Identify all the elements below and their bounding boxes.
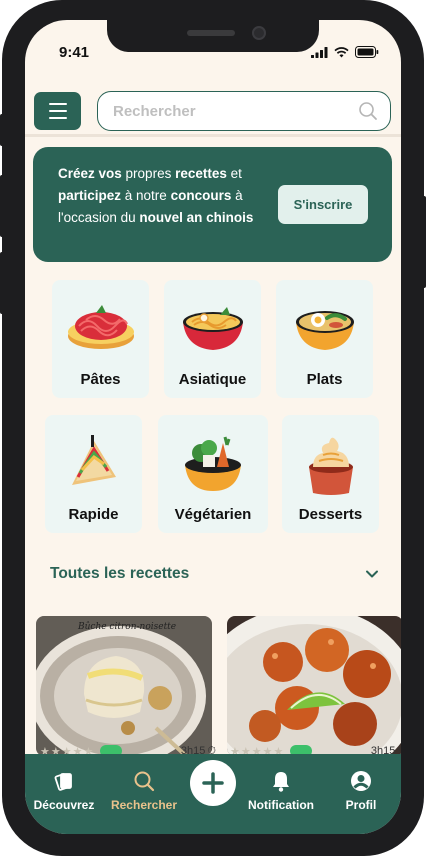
banner-text-bold: nouvel an chinois <box>139 210 254 225</box>
banner-text-regular: propres <box>121 166 176 181</box>
category-label: Asiatique <box>178 371 247 388</box>
all-recipes-header[interactable]: Toutes les recettes <box>50 565 380 585</box>
speaker <box>187 30 235 36</box>
banner-text-bold: participez <box>58 188 122 203</box>
vegetables-icon <box>185 436 241 491</box>
category-asiatique[interactable]: Asiatique <box>164 280 261 398</box>
tab-profil[interactable]: Profil <box>339 754 383 834</box>
header-divider <box>25 134 401 137</box>
app-screen: 9:41 Rechercher Créez vos propres recett… <box>25 20 401 834</box>
search-bar[interactable] <box>97 91 391 131</box>
phone-side-button <box>0 252 4 314</box>
profile-icon <box>351 771 371 791</box>
banner-text: Créez vos propres recettes et participez… <box>58 163 273 229</box>
front-camera <box>252 26 266 40</box>
category-label: Plats <box>306 371 343 388</box>
hamburger-icon <box>48 110 67 112</box>
section-title: Toutes les recettes <box>50 565 190 582</box>
search-input[interactable] <box>113 102 358 120</box>
status-time: 9:41 <box>59 44 90 61</box>
pasta-icon <box>67 305 134 349</box>
tab-label: Notification <box>248 798 314 812</box>
tab-decouvrez[interactable]: Découvrez <box>31 754 97 834</box>
battery-icon <box>355 46 379 58</box>
ice-cream-icon <box>308 437 353 495</box>
search-icon <box>134 771 155 792</box>
plus-icon <box>202 772 224 794</box>
top-bar <box>25 90 401 140</box>
menu-button[interactable] <box>34 92 81 130</box>
hamburger-icon <box>48 117 67 119</box>
phone-side-button <box>0 175 4 237</box>
banner-text-bold: concours <box>170 188 232 203</box>
recipe-card[interactable] <box>227 616 401 756</box>
wifi-icon <box>334 46 349 57</box>
recipe-photo-caption: Bûche citron-noisette <box>78 622 177 632</box>
tab-notification[interactable]: Notification <box>241 754 321 834</box>
banner-text-bold: recettes <box>175 166 227 181</box>
bell-icon <box>273 772 289 792</box>
category-rapide[interactable]: Rapide <box>45 415 142 533</box>
phone-side-button <box>0 114 4 146</box>
category-label: Rapide <box>68 506 119 523</box>
phone-side-button <box>422 196 426 288</box>
register-button[interactable]: S'inscrire <box>278 185 368 224</box>
sandwich-icon <box>71 435 116 485</box>
banner-text-bold: Créez vos <box>58 166 122 181</box>
notch <box>107 20 319 52</box>
add-recipe-button[interactable] <box>190 760 236 806</box>
ramen-icon <box>182 307 243 350</box>
category-pates[interactable]: Pâtes <box>52 280 149 398</box>
category-label: Pâtes <box>80 371 121 388</box>
tab-label: Profil <box>345 798 377 812</box>
recipe-card[interactable]: Bûche citron-noisette <box>36 616 212 756</box>
chevron-down-icon[interactable] <box>364 566 380 582</box>
category-desserts[interactable]: Desserts <box>282 415 379 533</box>
signal-icon <box>311 46 328 58</box>
search-icon[interactable] <box>358 101 378 121</box>
category-vegetarien[interactable]: Végétarien <box>158 415 268 533</box>
category-label: Desserts <box>298 506 363 523</box>
banner-text-regular: et <box>226 166 242 181</box>
recipe-photo <box>36 616 212 756</box>
banner-text-regular: à notre <box>121 188 171 203</box>
category-plats[interactable]: Plats <box>276 280 373 398</box>
hamburger-icon <box>48 103 67 105</box>
contest-banner: Créez vos propres recettes et participez… <box>33 147 392 262</box>
cards-icon <box>54 773 72 791</box>
bowl-icon <box>295 311 354 350</box>
tab-label: Découvrez <box>33 798 95 812</box>
tab-label: Rechercher <box>110 798 178 812</box>
status-icons <box>311 46 379 58</box>
recipe-photo <box>227 616 401 756</box>
tab-rechercher[interactable]: Rechercher <box>107 754 181 834</box>
category-label: Végétarien <box>174 506 252 523</box>
